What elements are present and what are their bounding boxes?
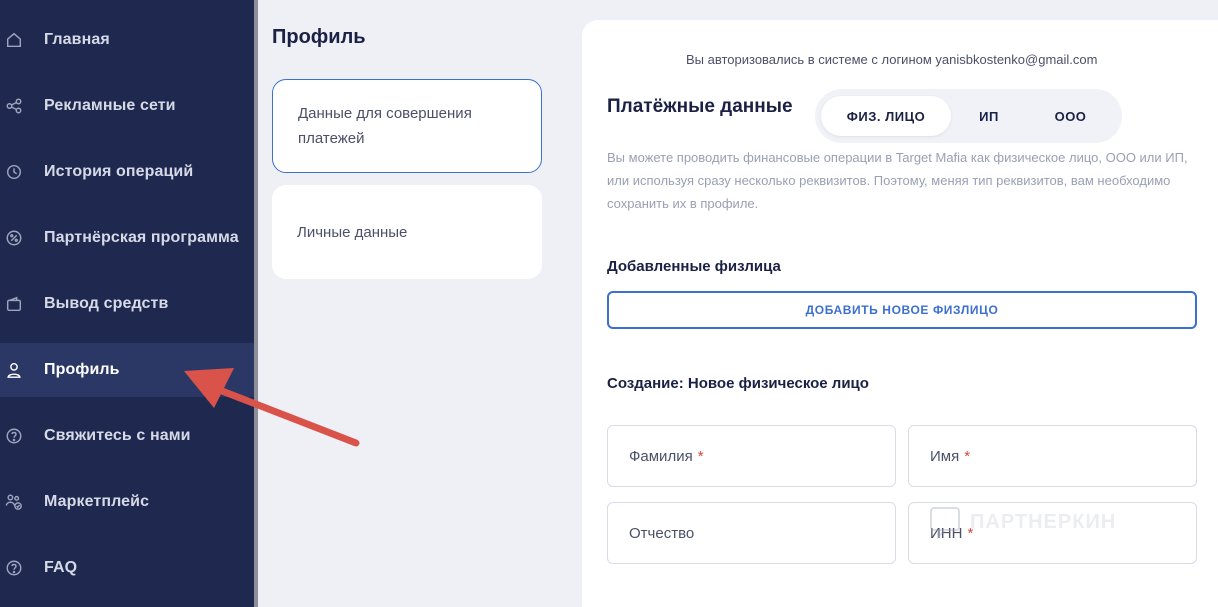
card-label: Личные данные <box>297 223 408 241</box>
field-placeholder: Отчество <box>629 524 695 542</box>
login-note: Вы авторизовались в системе с логином ya… <box>686 52 1098 67</box>
sidebar-item-ad-networks[interactable]: Рекламные сети <box>0 79 254 133</box>
patronymic-field[interactable]: Отчество <box>607 502 896 564</box>
card-payment-details[interactable]: Данные для совершения платежей <box>272 79 542 173</box>
user-icon <box>4 360 24 380</box>
history-clock-icon <box>4 162 24 182</box>
question-icon <box>4 426 24 446</box>
create-individual-title: Создание: Новое физическое лицо <box>607 375 869 392</box>
required-mark: * <box>964 447 971 465</box>
sidebar-item-label: Партнёрская программа <box>44 229 239 246</box>
sidebar-item-label: Вывод средств <box>44 295 169 312</box>
added-individuals-title: Добавленные физлица <box>607 258 781 275</box>
toggle-ooo[interactable]: ООО <box>1033 96 1108 136</box>
share-network-icon <box>4 96 24 116</box>
wallet-icon <box>4 294 24 314</box>
sidebar: Главная Рекламные сети История операций … <box>0 0 254 607</box>
last-name-field[interactable]: Фамилия * <box>607 425 896 487</box>
sidebar-item-label: Рекламные сети <box>44 97 176 114</box>
toggle-ip[interactable]: ИП <box>955 96 1023 136</box>
watermark: ПАРТНЕРКИН <box>928 505 1116 539</box>
card-label: Данные для совершения платежей <box>298 105 472 147</box>
watermark-logo-icon <box>930 507 960 539</box>
field-placeholder: Имя <box>930 447 960 465</box>
required-mark: * <box>697 447 704 465</box>
sidebar-item-faq[interactable]: FAQ <box>0 541 254 595</box>
field-placeholder: Фамилия <box>629 447 693 465</box>
users-check-icon <box>4 492 24 512</box>
home-icon <box>4 30 24 50</box>
payment-data-title: Платёжные данные <box>607 96 793 117</box>
sidebar-item-contact[interactable]: Свяжитесь с нами <box>0 409 254 463</box>
sidebar-divider <box>254 0 258 607</box>
card-personal-data[interactable]: Личные данные <box>272 185 542 279</box>
sidebar-item-label: Главная <box>44 31 110 48</box>
sidebar-item-label: История операций <box>44 163 194 180</box>
sidebar-item-label: Профиль <box>44 361 120 378</box>
faq-question-icon <box>4 558 24 578</box>
sidebar-item-label: Маркетплейс <box>44 493 150 510</box>
first-name-field[interactable]: Имя * <box>908 425 1197 487</box>
payment-info-text: Вы можете проводить финансовые операции … <box>607 150 1188 211</box>
sidebar-item-history[interactable]: История операций <box>0 145 254 199</box>
sidebar-item-home[interactable]: Главная <box>0 13 254 67</box>
page-title: Профиль <box>272 26 366 48</box>
percent-icon <box>4 228 24 248</box>
sidebar-item-marketplace[interactable]: Маркетплейс <box>0 475 254 529</box>
add-individual-button[interactable]: ДОБАВИТЬ НОВОЕ ФИЗЛИЦО <box>607 291 1197 329</box>
sidebar-item-partner[interactable]: Партнёрская программа <box>0 211 254 265</box>
sidebar-item-withdraw[interactable]: Вывод средств <box>0 277 254 331</box>
sidebar-item-label: Свяжитесь с нами <box>44 427 191 444</box>
sidebar-item-profile[interactable]: Профиль <box>0 343 254 397</box>
entity-type-toggle: ФИЗ. ЛИЦО ИП ООО <box>815 89 1122 143</box>
toggle-individual[interactable]: ФИЗ. ЛИЦО <box>821 96 951 136</box>
watermark-text: ПАРТНЕРКИН <box>970 510 1117 533</box>
sidebar-item-label: FAQ <box>44 559 78 576</box>
